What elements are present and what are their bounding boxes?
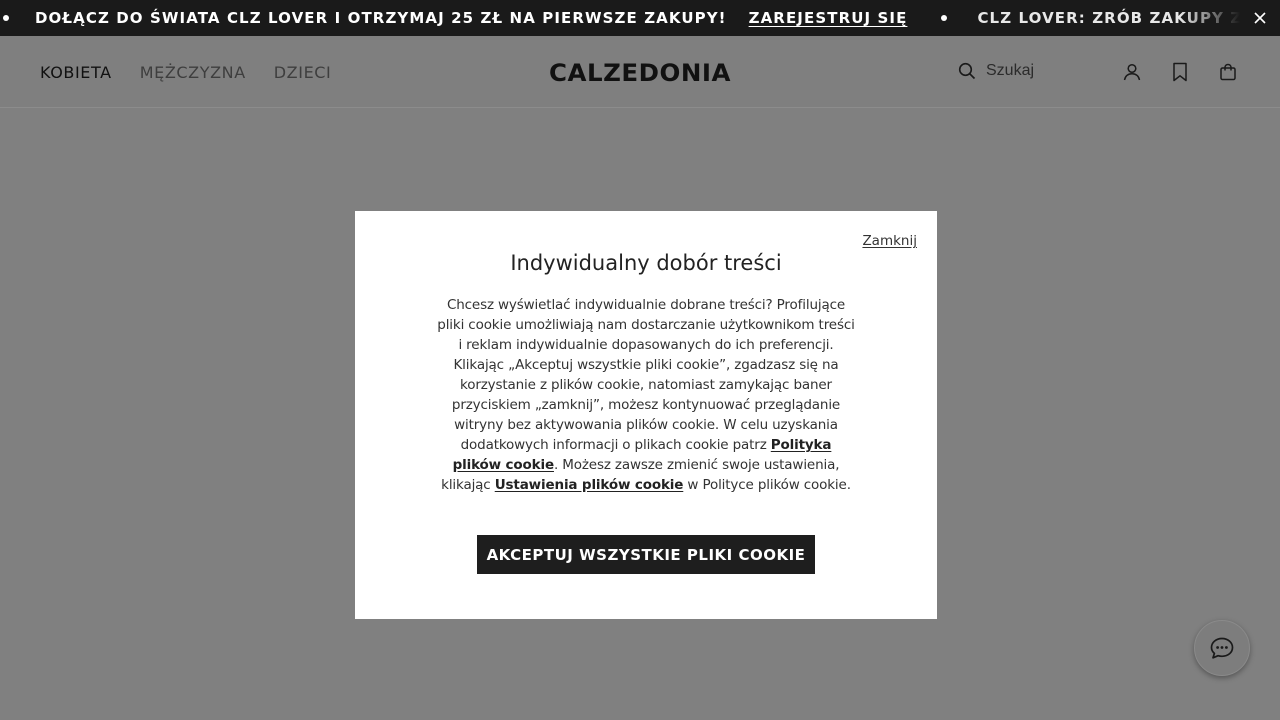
accept-all-cookies-button[interactable]: AKCEPTUJ WSZYSTKIE PLIKI COOKIE — [477, 535, 815, 574]
brand-logo-text: CALZEDONIA — [549, 59, 731, 86]
search-icon — [958, 62, 976, 80]
promo-message: DOŁĄCZ DO ŚWIATA CLZ LOVER I OTRZYMAJ 25… — [35, 9, 727, 27]
search-input[interactable]: Szukaj — [958, 62, 1034, 80]
wishlist-button[interactable] — [1168, 60, 1192, 84]
promo-bar: DOŁĄCZ DO ŚWIATA CLZ LOVER I OTRZYMAJ 25… — [0, 0, 1280, 36]
main-nav: KOBIETA MĘŻCZYZNA DZIECI — [40, 36, 331, 108]
promo-register-link[interactable]: ZAREJESTRUJ SIĘ — [749, 9, 908, 27]
modal-body-part-1: Chcesz wyświetlać indywidualnie dobrane … — [437, 297, 855, 453]
cart-button[interactable] — [1216, 60, 1240, 84]
promo-close-button[interactable] — [1240, 0, 1280, 36]
cookie-consent-modal: Zamknij Indywidualny dobór treści Chcesz… — [355, 211, 937, 619]
nav-item-kobieta[interactable]: KOBIETA — [40, 63, 112, 82]
account-button[interactable] — [1120, 60, 1144, 84]
promo-separator-dot — [3, 15, 9, 21]
promo-separator-dot — [941, 15, 948, 21]
modal-title: Indywidualny dobór treści — [510, 251, 782, 275]
site-header: KOBIETA MĘŻCZYZNA DZIECI CALZEDONIA Szuk… — [0, 36, 1280, 108]
chat-button[interactable] — [1194, 620, 1250, 676]
search-placeholder: Szukaj — [986, 62, 1035, 79]
close-icon — [1254, 12, 1266, 24]
brand-logo[interactable]: CALZEDONIA — [548, 58, 732, 86]
chat-bubble-icon — [1210, 637, 1234, 659]
promo-fade — [1180, 0, 1240, 36]
nav-item-dzieci[interactable]: DZIECI — [274, 63, 332, 82]
modal-close-link[interactable]: Zamknij — [862, 233, 917, 249]
modal-body-text: Chcesz wyświetlać indywidualnie dobrane … — [435, 295, 857, 495]
modal-body-part-3: w Polityce plików cookie. — [683, 477, 851, 493]
cookie-settings-link[interactable]: Ustawienia plików cookie — [495, 477, 684, 493]
user-icon — [1123, 63, 1141, 81]
nav-item-mezczyzna[interactable]: MĘŻCZYZNA — [140, 63, 246, 82]
promo-track: DOŁĄCZ DO ŚWIATA CLZ LOVER I OTRZYMAJ 25… — [0, 0, 1242, 36]
bookmark-icon — [1173, 62, 1187, 82]
bag-icon — [1220, 63, 1236, 81]
